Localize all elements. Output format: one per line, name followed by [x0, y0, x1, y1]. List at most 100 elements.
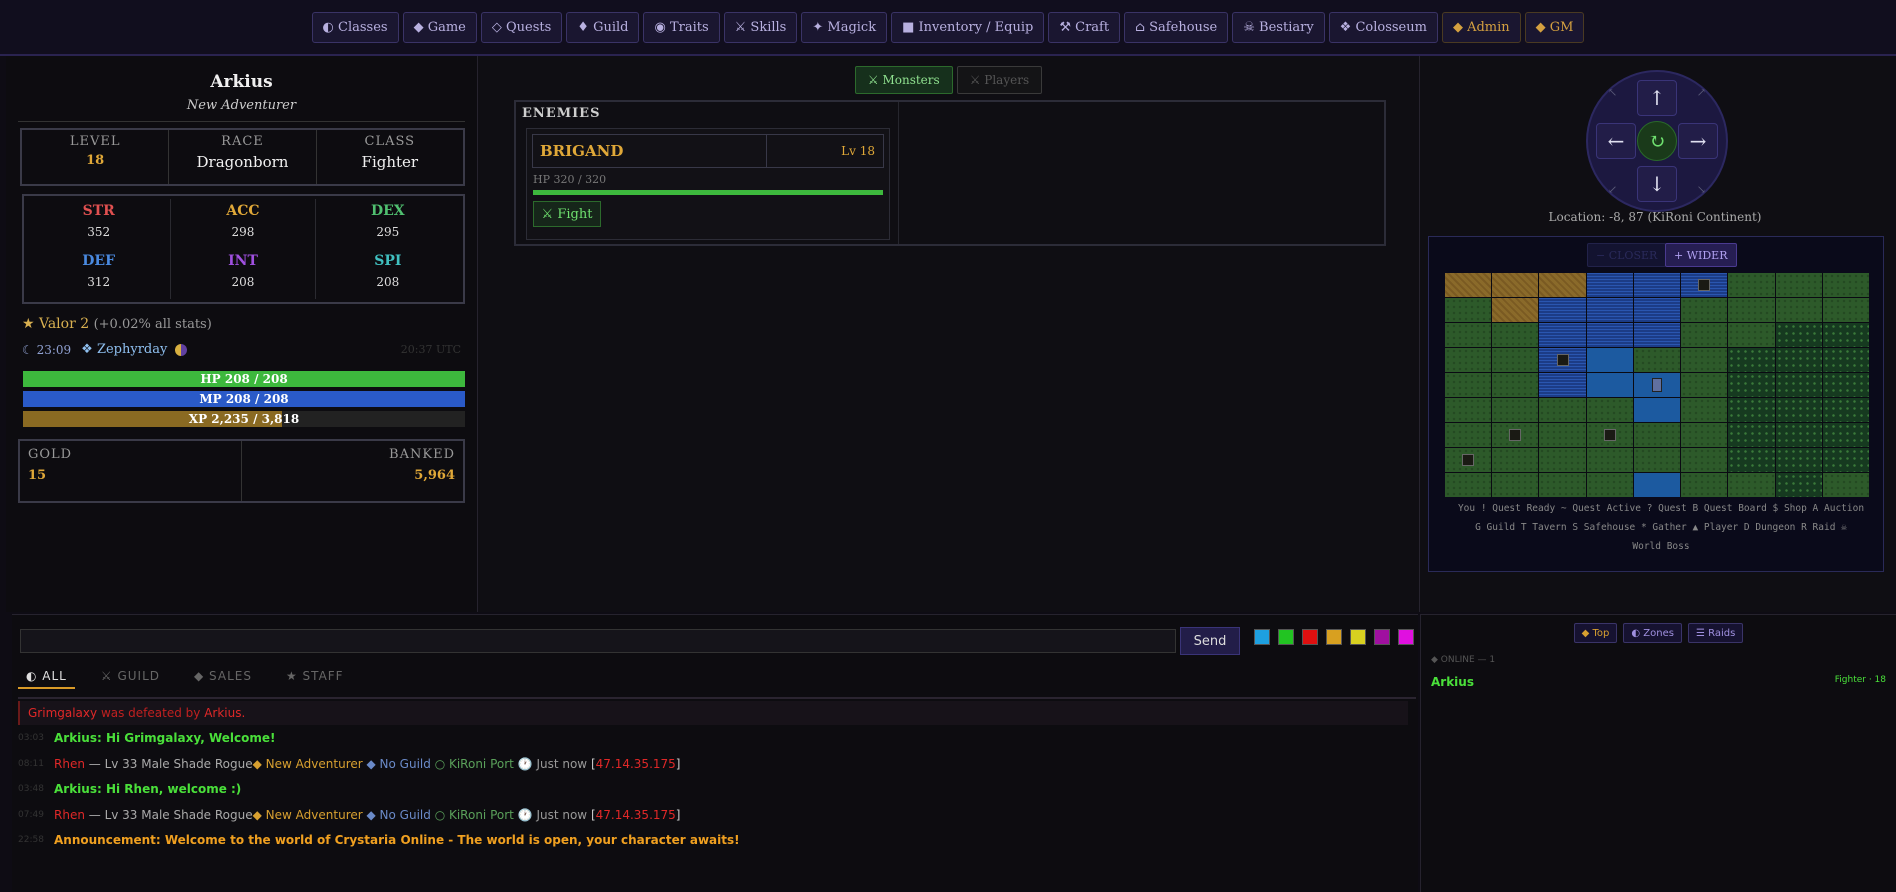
map-cell[interactable]	[1681, 348, 1728, 372]
map-cell[interactable]	[1728, 323, 1775, 347]
move-up-button[interactable]: ↑	[1637, 80, 1677, 116]
zoom-closer-button[interactable]: − CLOSER	[1587, 243, 1667, 267]
map-cell[interactable]	[1445, 423, 1492, 447]
chat-tab-2[interactable]: ◆ SALES	[186, 665, 260, 689]
map-cell[interactable]	[1492, 298, 1539, 322]
map-cell[interactable]	[1633, 348, 1681, 372]
map-cell[interactable]	[1681, 273, 1728, 297]
map-cell[interactable]	[1633, 298, 1681, 322]
map-cell[interactable]	[1681, 373, 1728, 397]
map-cell[interactable]	[1775, 448, 1822, 472]
map-cell[interactable]	[1539, 473, 1586, 497]
map-cell[interactable]	[1633, 473, 1681, 497]
chat-input[interactable]	[20, 629, 1176, 653]
chat-color-swatch[interactable]	[1374, 629, 1390, 645]
map-cell[interactable]	[1633, 448, 1681, 472]
map-cell[interactable]	[1633, 398, 1681, 422]
online-button-0[interactable]: ◆ Top	[1573, 623, 1618, 643]
move-left-button[interactable]: ←	[1596, 123, 1636, 159]
nav-button-8[interactable]: ⚒ Craft	[1048, 11, 1121, 43]
map-grid[interactable]	[1445, 273, 1869, 497]
tab-players[interactable]: ⚔ Players	[956, 66, 1043, 94]
map-cell[interactable]	[1681, 323, 1728, 347]
map-cell[interactable]	[1539, 398, 1586, 422]
nav-button-0[interactable]: ◐ Classes	[311, 11, 399, 43]
map-cell[interactable]	[1633, 373, 1681, 397]
nav-button-9[interactable]: ⌂ Safehouse	[1124, 11, 1229, 43]
map-cell[interactable]	[1728, 373, 1775, 397]
map-cell[interactable]	[1633, 273, 1681, 297]
map-cell[interactable]	[1728, 298, 1775, 322]
online-button-2[interactable]: ☰ Raids	[1687, 623, 1744, 643]
move-down-right-button[interactable]: ↘	[1697, 183, 1706, 196]
nav-button-13[interactable]: ◆ GM	[1524, 11, 1585, 43]
move-down-left-button[interactable]: ↙	[1608, 183, 1617, 196]
map-cell[interactable]	[1539, 273, 1586, 297]
map-cell[interactable]	[1586, 273, 1633, 297]
map-cell[interactable]	[1492, 398, 1539, 422]
move-up-left-button[interactable]: ↖	[1608, 86, 1617, 99]
map-cell[interactable]	[1633, 323, 1681, 347]
map-cell[interactable]	[1728, 473, 1775, 497]
nav-button-11[interactable]: ❖ Colosseum	[1328, 11, 1438, 43]
map-cell[interactable]	[1539, 323, 1586, 347]
map-cell[interactable]	[1822, 448, 1869, 472]
chat-color-swatch[interactable]	[1398, 629, 1414, 645]
chat-color-swatch[interactable]	[1254, 629, 1270, 645]
map-cell[interactable]	[1445, 398, 1492, 422]
nav-button-5[interactable]: ⚔ Skills	[723, 11, 798, 43]
map-cell[interactable]	[1539, 373, 1586, 397]
map-cell[interactable]	[1775, 473, 1822, 497]
map-cell[interactable]	[1445, 373, 1492, 397]
online-button-1[interactable]: ◐ Zones	[1623, 623, 1682, 643]
chat-tab-0[interactable]: ◐ ALL	[18, 665, 75, 689]
map-cell[interactable]	[1445, 273, 1492, 297]
map-cell[interactable]	[1728, 273, 1775, 297]
map-cell[interactable]	[1586, 373, 1633, 397]
nav-button-10[interactable]: ☠ Bestiary	[1232, 11, 1325, 43]
map-cell[interactable]	[1445, 473, 1492, 497]
refresh-button[interactable]: ↻	[1637, 121, 1677, 161]
map-cell[interactable]	[1681, 298, 1728, 322]
nav-button-4[interactable]: ◉ Traits	[643, 11, 720, 43]
map-cell[interactable]	[1633, 423, 1681, 447]
map-cell[interactable]	[1586, 473, 1633, 497]
map-cell[interactable]	[1492, 473, 1539, 497]
map-cell[interactable]	[1539, 448, 1586, 472]
zoom-wider-button[interactable]: + WIDER	[1665, 243, 1737, 267]
map-cell[interactable]	[1586, 448, 1633, 472]
chat-color-swatch[interactable]	[1278, 629, 1294, 645]
map-cell[interactable]	[1681, 448, 1728, 472]
map-cell[interactable]	[1586, 398, 1633, 422]
map-cell[interactable]	[1681, 473, 1728, 497]
map-cell[interactable]	[1775, 298, 1822, 322]
map-cell[interactable]	[1492, 423, 1539, 447]
map-cell[interactable]	[1822, 323, 1869, 347]
map-cell[interactable]	[1822, 373, 1869, 397]
map-cell[interactable]	[1539, 348, 1586, 372]
nav-button-2[interactable]: ◇ Quests	[480, 11, 563, 43]
map-cell[interactable]	[1681, 398, 1728, 422]
map-cell[interactable]	[1586, 348, 1633, 372]
chat-color-swatch[interactable]	[1350, 629, 1366, 645]
nav-button-6[interactable]: ✦ Magick	[801, 11, 888, 43]
map-cell[interactable]	[1492, 448, 1539, 472]
tab-monsters[interactable]: ⚔ Monsters	[854, 66, 953, 94]
map-cell[interactable]	[1775, 423, 1822, 447]
map-cell[interactable]	[1775, 373, 1822, 397]
map-cell[interactable]	[1775, 348, 1822, 372]
map-cell[interactable]	[1539, 423, 1586, 447]
map-cell[interactable]	[1775, 273, 1822, 297]
map-cell[interactable]	[1822, 348, 1869, 372]
map-cell[interactable]	[1445, 298, 1492, 322]
map-cell[interactable]	[1728, 448, 1775, 472]
chat-tab-1[interactable]: ⚔ GUILD	[93, 665, 168, 689]
map-cell[interactable]	[1492, 273, 1539, 297]
map-cell[interactable]	[1822, 298, 1869, 322]
map-cell[interactable]	[1775, 398, 1822, 422]
fight-button[interactable]: ⚔ Fight	[533, 201, 601, 227]
move-right-button[interactable]: →	[1678, 123, 1718, 159]
map-cell[interactable]	[1728, 348, 1775, 372]
chat-color-swatch[interactable]	[1326, 629, 1342, 645]
nav-button-3[interactable]: ♦ Guild	[566, 11, 640, 43]
